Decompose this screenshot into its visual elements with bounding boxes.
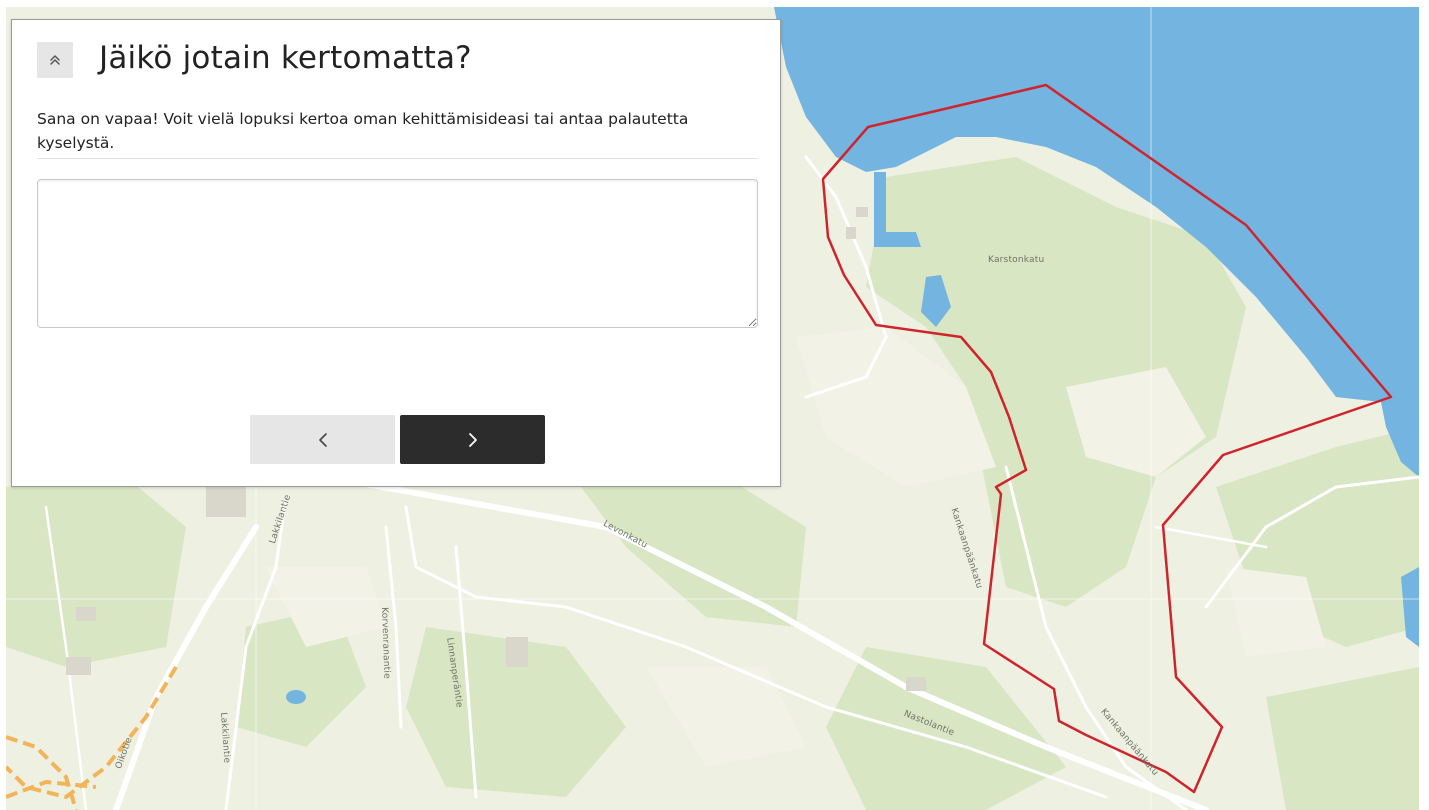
question-title: Jäikö jotain kertomatta? bbox=[99, 40, 472, 76]
question-description: Sana on vapaa! Voit vielä lopuksi kertoa… bbox=[37, 110, 689, 152]
planned-roads bbox=[6, 665, 178, 810]
double-chevron-up-icon bbox=[50, 55, 60, 65]
previous-button[interactable] bbox=[250, 415, 395, 464]
collapse-panel-button[interactable] bbox=[37, 42, 73, 78]
next-button[interactable] bbox=[400, 415, 545, 464]
survey-question-panel: Jäikö jotain kertomatta? Sana on vapaa! … bbox=[11, 19, 781, 487]
divider bbox=[37, 158, 758, 159]
feedback-textarea[interactable] bbox=[37, 179, 758, 328]
chevron-left-icon bbox=[318, 432, 327, 447]
street-label-karstonkatu: Karstonkatu bbox=[988, 255, 1045, 265]
chevron-right-icon bbox=[468, 432, 477, 447]
